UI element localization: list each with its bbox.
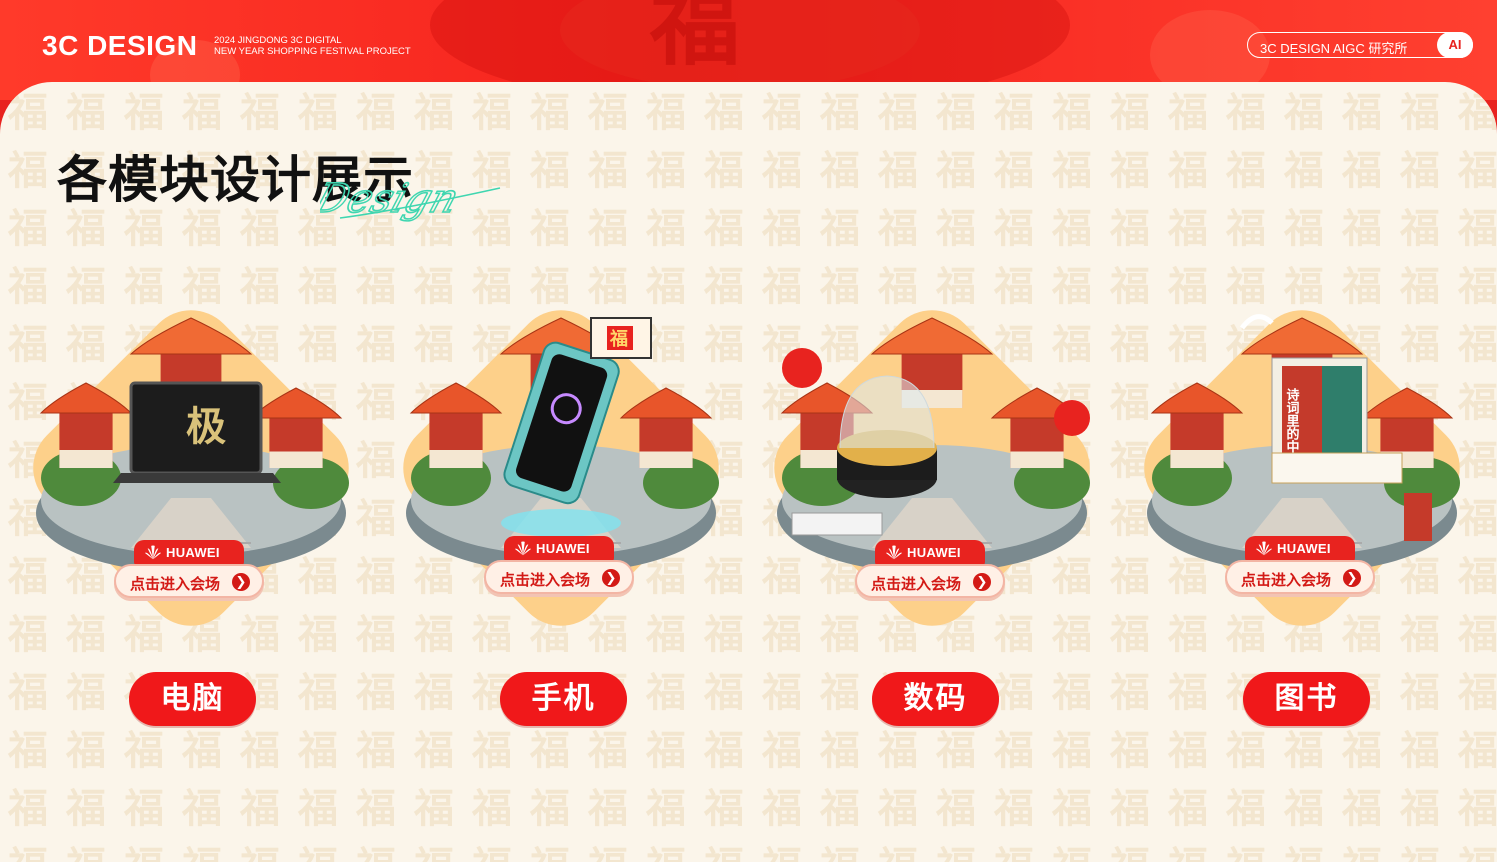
project-subtitle: 2024 JINGDONG 3C DIGITAL NEW YEAR SHOPPI… xyxy=(214,35,411,57)
huawei-brand-tag: HUAWEI xyxy=(504,536,614,562)
brand-name: HUAWEI xyxy=(1277,541,1331,556)
script-word: Design xyxy=(320,175,465,222)
subtitle-line: NEW YEAR SHOPPING FESTIVAL PROJECT xyxy=(214,46,411,57)
arrow-right-icon: ❯ xyxy=(1343,569,1361,587)
enter-venue-label: 点击进入会场 xyxy=(871,576,962,593)
subtitle-line: 2024 JINGDONG 3C DIGITAL xyxy=(214,35,342,46)
enter-venue-badge[interactable]: HUAWEI 点击进入会场 ❯ xyxy=(114,540,264,604)
brand-logo: 3C DESIGN xyxy=(42,30,198,61)
enter-venue-badge[interactable]: HUAWEI 点击进入会场 ❯ xyxy=(1225,536,1375,600)
svg-text:福: 福 xyxy=(609,328,628,349)
brand-name: HUAWEI xyxy=(536,541,590,556)
module-card[interactable]: 诗词里的中国 HUAWEI 点击进入会场 ❯ xyxy=(1122,288,1482,648)
design-script-decoration: Design xyxy=(320,174,501,223)
enter-venue-button[interactable]: 点击进入会场 ❯ xyxy=(855,564,1005,598)
huawei-logo-icon xyxy=(145,545,161,560)
svg-text:极: 极 xyxy=(186,404,226,449)
fu-decoration: 福 xyxy=(650,0,740,76)
huawei-brand-tag: HUAWEI xyxy=(134,540,244,566)
enter-venue-badge[interactable]: HUAWEI 点击进入会场 ❯ xyxy=(484,536,634,600)
category-button[interactable]: 数码 xyxy=(872,672,999,726)
lab-badge[interactable]: 3C DESIGN AIGC 研究所 AI xyxy=(1247,32,1473,58)
module-card[interactable]: 福 HUAWEI 点击进入会场 ❯ xyxy=(381,288,741,648)
category-button[interactable]: 电脑 xyxy=(129,672,256,726)
brand-name: HUAWEI xyxy=(907,545,961,560)
huawei-logo-icon xyxy=(886,545,902,560)
module-card[interactable]: 极 HUAWEI 点击进入会场 ❯ xyxy=(11,288,371,648)
module-card[interactable]: HUAWEI 点击进入会场 ❯ xyxy=(752,288,1112,648)
enter-venue-label: 点击进入会场 xyxy=(1241,572,1332,589)
lab-label: 3C DESIGN AIGC 研究所 xyxy=(1260,41,1408,56)
category-button[interactable]: 图书 xyxy=(1243,672,1370,726)
category-button[interactable]: 手机 xyxy=(500,672,627,726)
enter-venue-badge[interactable]: HUAWEI 点击进入会场 ❯ xyxy=(855,540,1005,604)
ai-tag: AI xyxy=(1437,32,1473,58)
huawei-logo-icon xyxy=(1256,541,1272,556)
huawei-brand-tag: HUAWEI xyxy=(875,540,985,566)
enter-venue-button[interactable]: 点击进入会场 ❯ xyxy=(114,564,264,598)
enter-venue-button[interactable]: 点击进入会场 ❯ xyxy=(1225,560,1375,594)
enter-venue-button[interactable]: 点击进入会场 ❯ xyxy=(484,560,634,594)
huawei-brand-tag: HUAWEI xyxy=(1245,536,1355,562)
enter-venue-label: 点击进入会场 xyxy=(500,572,591,589)
brand-name: HUAWEI xyxy=(166,545,220,560)
arrow-right-icon: ❯ xyxy=(232,573,250,591)
enter-venue-label: 点击进入会场 xyxy=(130,576,221,593)
arrow-right-icon: ❯ xyxy=(973,573,991,591)
huawei-logo-icon xyxy=(515,541,531,556)
arrow-right-icon: ❯ xyxy=(602,569,620,587)
